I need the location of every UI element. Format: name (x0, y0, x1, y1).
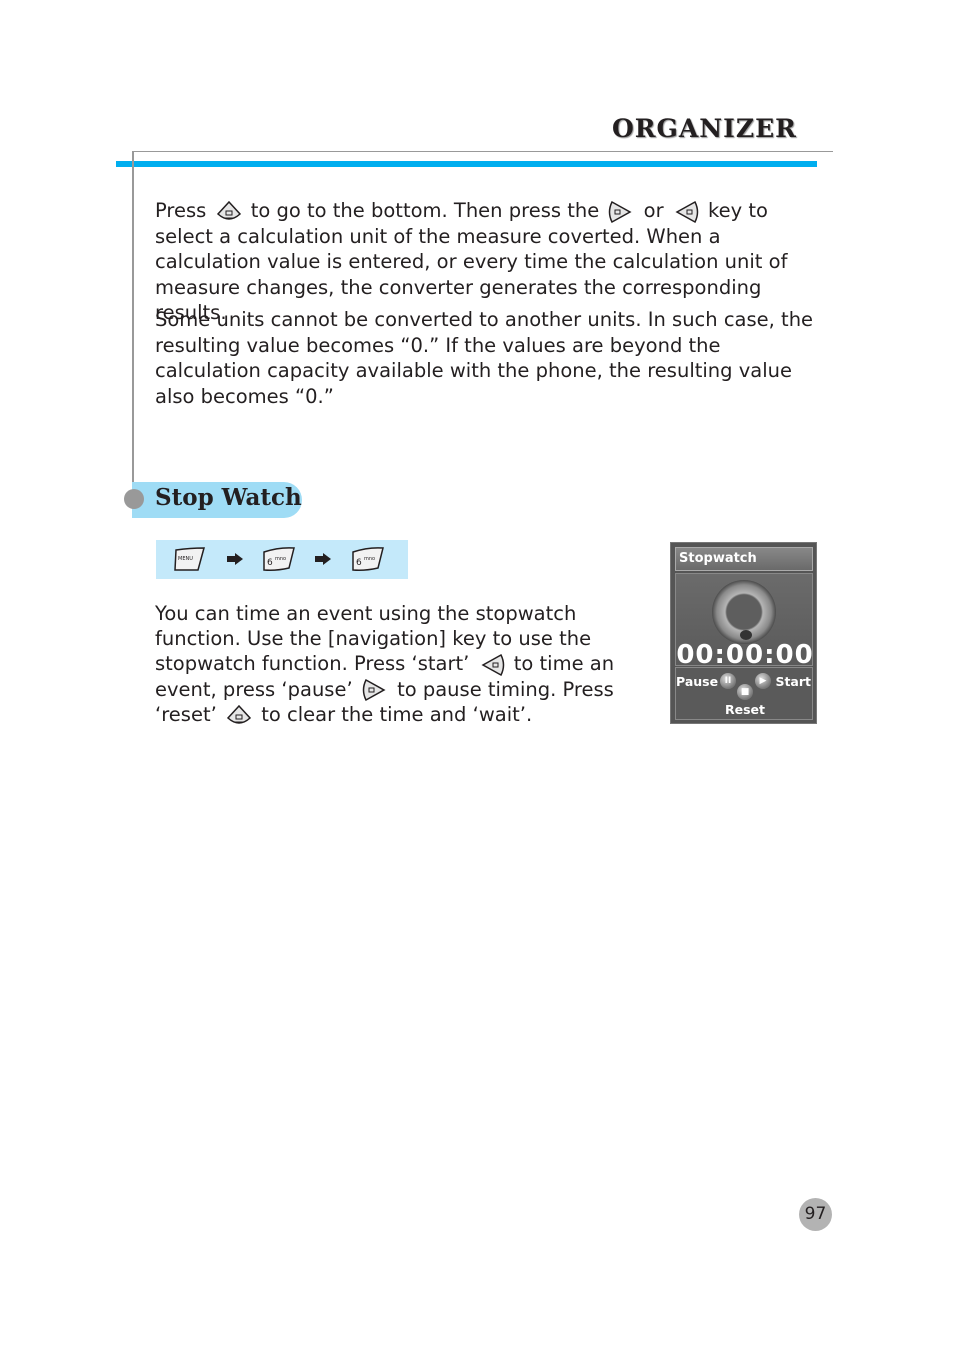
key-label: 6 (356, 558, 362, 568)
menu-key-icon: MENU (172, 546, 206, 572)
down-key-icon (216, 200, 242, 224)
section-header-title: ORGANIZER (612, 114, 797, 143)
stopwatch-controls: Pause II ■ ▶ Start Reset (675, 667, 813, 720)
6-key-icon: 6 mno (261, 546, 295, 572)
elapsed-time: 00:00:00 (676, 640, 814, 670)
screen-title: Stopwatch (675, 547, 813, 571)
play-icon: ▶ (755, 673, 771, 689)
text: to clear the time and ‘wait’. (261, 703, 533, 726)
text: or (643, 199, 664, 222)
6-key-icon: 6 mno (350, 546, 384, 572)
right-key-icon (479, 653, 505, 677)
key-sublabel: mno (364, 556, 375, 562)
page-number: 97 (799, 1198, 832, 1231)
section-bullet-icon (124, 489, 144, 509)
text: Press (155, 199, 207, 222)
stopwatch-screenshot: Stopwatch 00:00:00 Pause II ■ ▶ Start Re… (670, 542, 817, 724)
margin-rule (132, 151, 134, 501)
left-key-icon (608, 200, 634, 224)
stop-icon: ■ (737, 684, 753, 700)
dial-indicator (740, 630, 752, 640)
start-label: Start (775, 674, 811, 689)
right-key-icon (673, 200, 699, 224)
key-sublabel: mno (275, 556, 286, 562)
text: to go to the bottom. Then press the (250, 199, 600, 222)
arrow-right-icon (227, 553, 243, 565)
pause-label: Pause (676, 674, 719, 689)
stopwatch-description: You can time an event using the stopwatc… (155, 601, 615, 728)
header-rule-gray (133, 151, 833, 152)
key-path: MENU 6 mno 6 mno (156, 540, 408, 579)
pause-icon: II (720, 673, 736, 689)
section-heading: Stop Watch (155, 484, 302, 511)
intro-paragraph-2: Some units cannot be converted to anothe… (155, 308, 814, 408)
menu-key-label: MENU (178, 556, 193, 562)
header-rule-blue (116, 161, 817, 167)
down-key-icon (226, 704, 252, 728)
key-label: 6 (267, 558, 273, 568)
left-key-icon (362, 678, 388, 702)
stopwatch-display: 00:00:00 (675, 573, 814, 670)
arrow-right-icon (315, 553, 331, 565)
reset-label: Reset (725, 702, 765, 717)
